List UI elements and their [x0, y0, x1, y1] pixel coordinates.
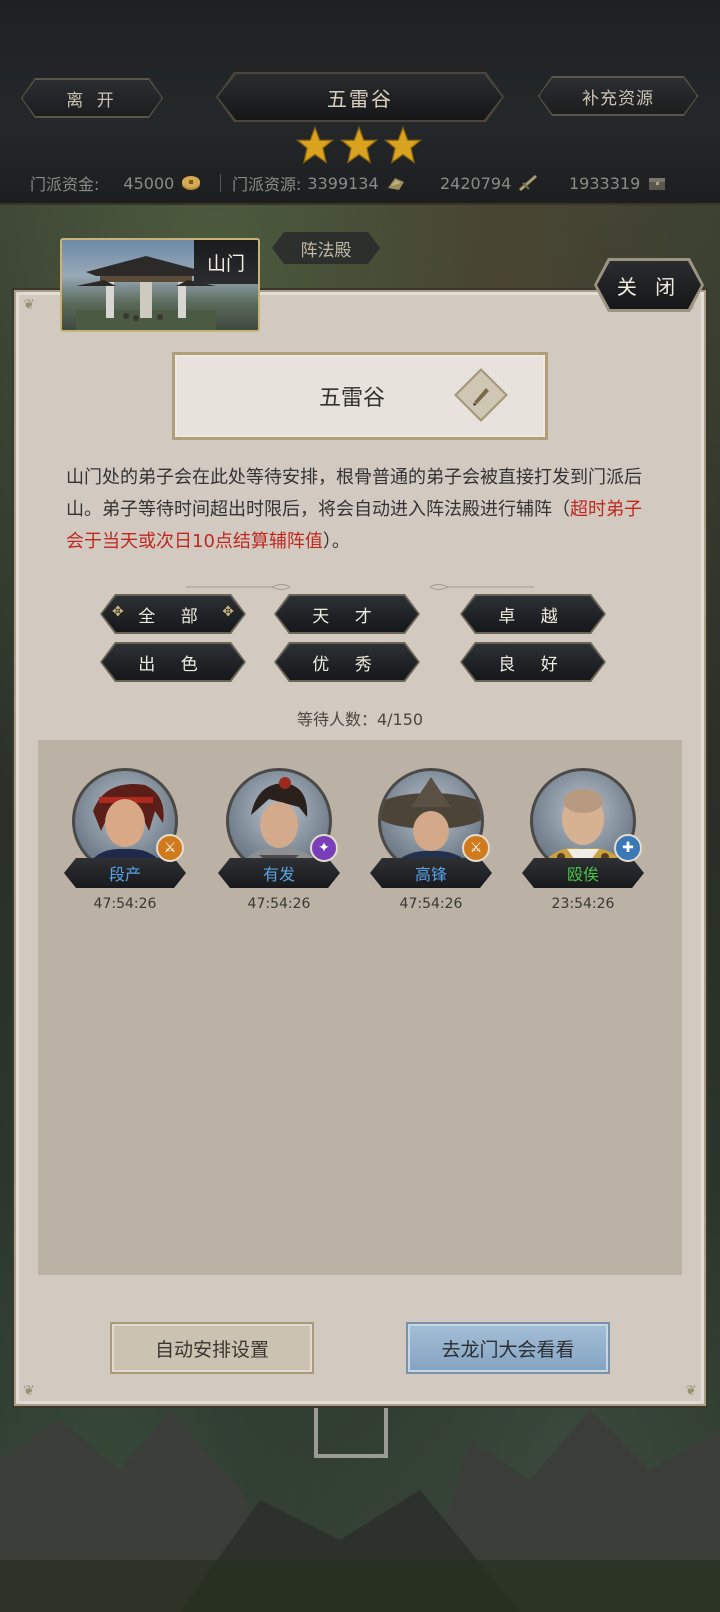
- replenish-resources-button[interactable]: 补充资源: [539, 77, 697, 115]
- star-icon: [340, 126, 378, 164]
- description-part2: ）。: [322, 531, 350, 552]
- waiting-count: 等待人数：4/150: [296, 710, 424, 729]
- class-badge-icon: ✦: [310, 834, 338, 862]
- res3-value: 1933319: [569, 173, 641, 193]
- class-badge-icon: ✚: [614, 834, 642, 862]
- disciple-card[interactable]: ✦ 有发 47:54:26: [218, 768, 342, 918]
- description-text: 山门处的弟子会在此处等待安排，根骨普通的弟子会被直接打发到门派后山。弟子等待时间…: [66, 462, 654, 558]
- funds-value: 45000: [123, 173, 175, 193]
- description-part1: 山门处的弟子会在此处等待安排，根骨普通的弟子会被直接打发到门派后山。弟子等待时间…: [66, 467, 642, 520]
- filter-superior[interactable]: 优 秀: [276, 644, 418, 680]
- star-icon: [384, 126, 422, 164]
- filter-all[interactable]: ✥ 全 部 ✥: [102, 596, 244, 632]
- leave-button[interactable]: 离 开: [22, 79, 162, 117]
- filter-genius[interactable]: 天 才: [276, 596, 418, 632]
- disciple-name: 高锋: [370, 858, 492, 888]
- resource-bar: 门派资金: 45000 门派资源: 3399134 2420794 193331…: [0, 168, 720, 198]
- tab-shanmen-label: 山门: [194, 240, 258, 284]
- close-button[interactable]: 关 闭: [597, 261, 701, 309]
- filter-outstanding[interactable]: 卓 越: [462, 596, 604, 632]
- tab-zhenfa-hall[interactable]: 阵法殿: [272, 232, 380, 264]
- disciple-timer: 47:54:26: [247, 896, 311, 912]
- go-dragon-gate-button[interactable]: 去龙门大会看看: [406, 1322, 610, 1374]
- location-title: 五雷谷: [218, 74, 502, 120]
- top-bar: 离 开 五雷谷 补充资源 门派资金: 45000 门派资源: 3399134 2…: [0, 0, 720, 205]
- sect-name: 五雷谷: [318, 386, 385, 411]
- weapon-icon: [519, 174, 538, 192]
- filter-all-label: 全 部: [138, 606, 208, 627]
- star-rating: [296, 126, 426, 164]
- filter-good[interactable]: 良 好: [462, 644, 604, 680]
- mountain-scenery: [0, 1386, 720, 1612]
- disciple-card[interactable]: ⚔ 高锋 47:54:26: [370, 768, 494, 918]
- disciple-card[interactable]: ✚ 殴俟 23:54:26: [522, 768, 646, 918]
- brush-icon: [473, 388, 489, 406]
- disciple-name: 段产: [64, 858, 186, 888]
- material-icon: [387, 178, 404, 190]
- funds-label: 门派资金:: [30, 175, 100, 194]
- disciple-timer: 47:54:26: [93, 896, 157, 912]
- ornamental-divider: [186, 584, 534, 590]
- auto-arrange-settings-button[interactable]: 自动安排设置: [110, 1322, 314, 1374]
- disciple-timer: 47:54:26: [399, 896, 463, 912]
- chest-icon: [649, 178, 666, 190]
- disciple-card[interactable]: ⚔ 段产 47:54:26: [64, 768, 188, 918]
- tab-shanmen[interactable]: 山门: [60, 238, 260, 332]
- star-icon: [296, 126, 334, 164]
- resources-value: 3399134: [307, 173, 379, 193]
- disciple-timer: 23:54:26: [551, 896, 615, 912]
- coin-icon: [182, 176, 201, 190]
- class-badge-icon: ⚔: [462, 834, 490, 862]
- disciple-name: 殴俟: [522, 858, 644, 888]
- filter-excellent[interactable]: 出 色: [102, 644, 244, 680]
- class-badge-icon: ⚔: [156, 834, 184, 862]
- resources-label: 门派资源:: [232, 175, 302, 194]
- disciple-name: 有发: [218, 858, 340, 888]
- res2-value: 2420794: [440, 173, 512, 193]
